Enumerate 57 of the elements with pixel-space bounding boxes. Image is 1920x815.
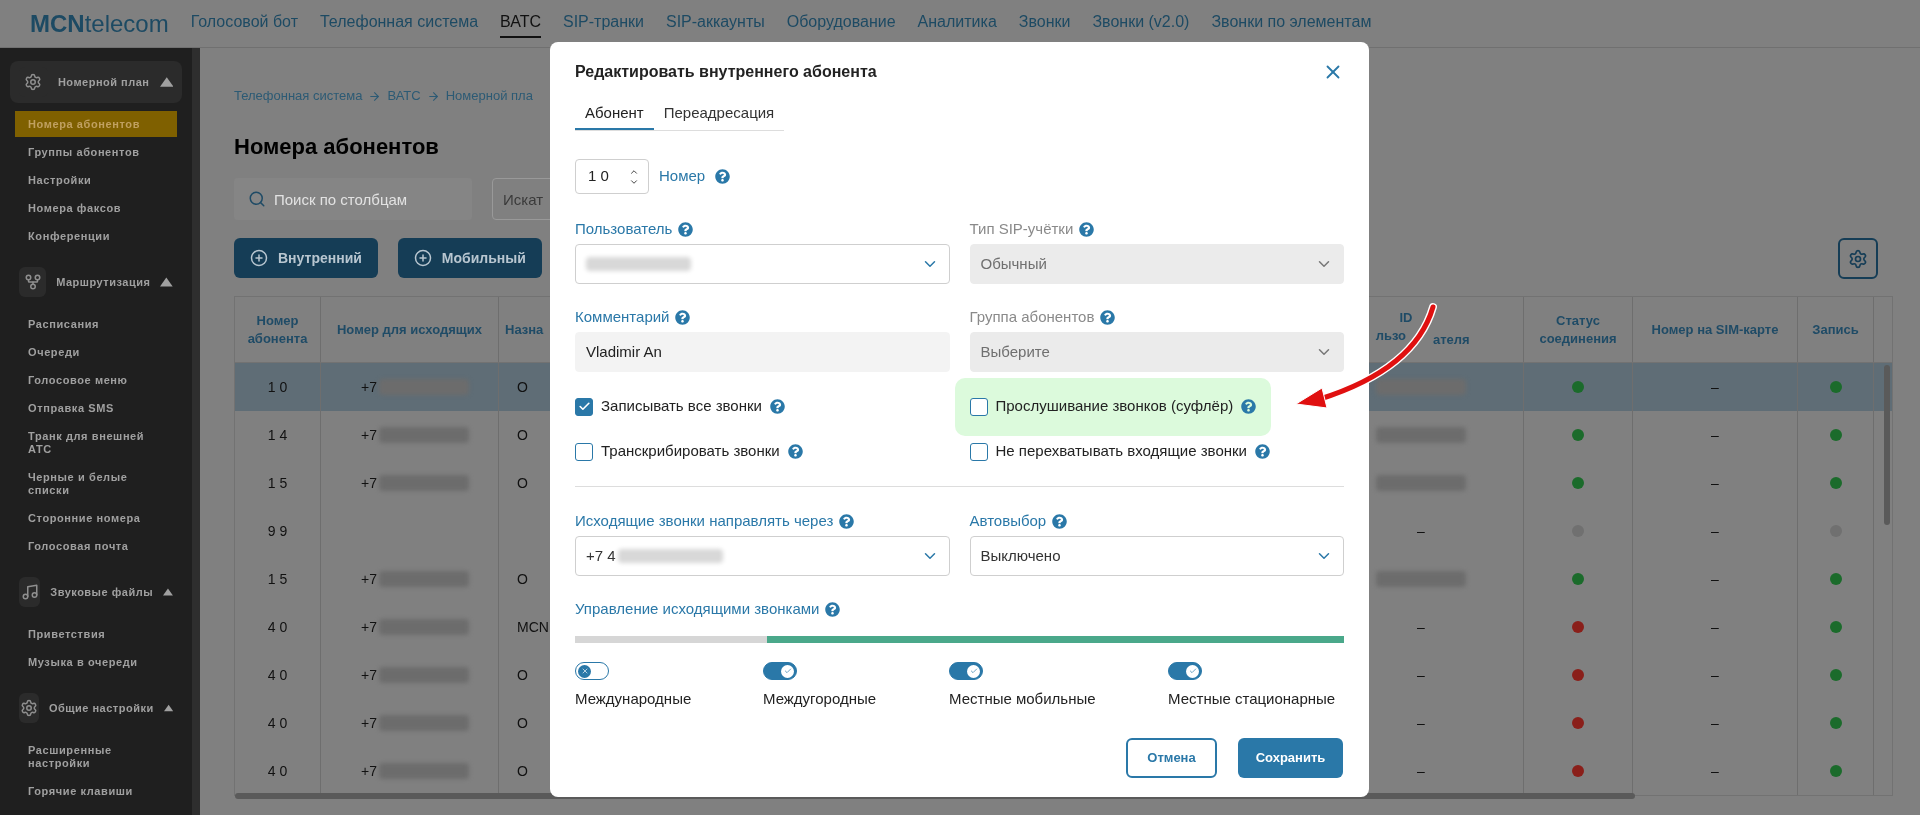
table-cell-text: – xyxy=(1417,713,1425,733)
table-cell-text: 1 4 xyxy=(267,425,288,445)
table-cell-text: +7 xyxy=(361,665,377,685)
table-cell-text: – xyxy=(1711,761,1719,781)
table-cell-text: +7 xyxy=(361,761,377,781)
table-cell-text: +7 xyxy=(361,569,377,589)
table-cell-text: – xyxy=(1711,617,1719,637)
table-cell-text: О xyxy=(517,425,528,445)
field-label: Управление исходящими звонками xyxy=(575,598,820,619)
table-cell-text: О xyxy=(517,473,528,493)
table-cell-text: О xyxy=(517,761,528,781)
checkbox-label: Не перехватывать входящие звонки xyxy=(995,441,1247,462)
table-cell-text: +7 xyxy=(361,713,377,733)
table-cell-text: – xyxy=(1711,521,1719,541)
table-cell-text: MCN xyxy=(517,617,549,637)
field-label: Номер xyxy=(659,166,706,187)
table-cell-text: О xyxy=(517,713,528,733)
field-label: Тип SIP-учётки xyxy=(969,218,1074,239)
field-label: Исходящие звонки направлять через xyxy=(575,510,834,531)
table-cell-text: +7 xyxy=(361,473,377,493)
table-cell-text: +7 xyxy=(361,377,377,397)
table-cell-text: 4 0 xyxy=(267,713,288,733)
toggle-label: Местные мобильные xyxy=(949,689,1097,709)
toggle-label: Междугородные xyxy=(763,689,878,709)
table-cell-text: – xyxy=(1417,521,1425,541)
checkbox-label: Прослушивание звонков (суфлёр) xyxy=(995,396,1234,417)
table-cell-text: 4 0 xyxy=(267,761,288,781)
table-cell-text: О xyxy=(517,377,528,397)
table-cell-text: – xyxy=(1711,377,1719,397)
field-label: Комментарий xyxy=(575,306,670,327)
table-cell-text: – xyxy=(1417,617,1425,637)
field-label: Пользователь xyxy=(575,218,673,239)
table-cell-text: – xyxy=(1711,665,1719,685)
table-cell-text: – xyxy=(1711,713,1719,733)
checkbox-label: Транскрибировать звонки xyxy=(601,441,780,462)
table-cell-text: О xyxy=(517,665,528,685)
field-label: Группа абонентов xyxy=(969,306,1095,327)
page-title: Номера абонентов xyxy=(234,133,440,160)
toggle-label: Местные стационарные xyxy=(1168,689,1337,709)
table-cell-text: – xyxy=(1417,761,1425,781)
table-cell-text: – xyxy=(1711,425,1719,445)
table-cell-text: 1 5 xyxy=(267,473,288,493)
toggle-label: Международные xyxy=(575,689,693,709)
table-cell-text: 1 5 xyxy=(267,569,288,589)
table-cell-text: – xyxy=(1417,665,1425,685)
table-cell-text: – xyxy=(1711,569,1719,589)
table-cell-text: О xyxy=(517,569,528,589)
dialog-title: Редактировать внутреннего абонента xyxy=(575,62,877,82)
field-label: Автовыбор xyxy=(969,510,1047,531)
table-cell-text: – xyxy=(1711,473,1719,493)
checkbox-label: Записывать все звонки xyxy=(601,396,762,417)
table-cell-text: 4 0 xyxy=(267,617,288,637)
table-cell-text: +7 xyxy=(361,617,377,637)
table-cell-text: 4 0 xyxy=(267,665,288,685)
table-cell-text: 1 0 xyxy=(267,377,288,397)
table-cell-text: +7 xyxy=(361,425,377,445)
table-cell-text: 9 9 xyxy=(267,521,288,541)
